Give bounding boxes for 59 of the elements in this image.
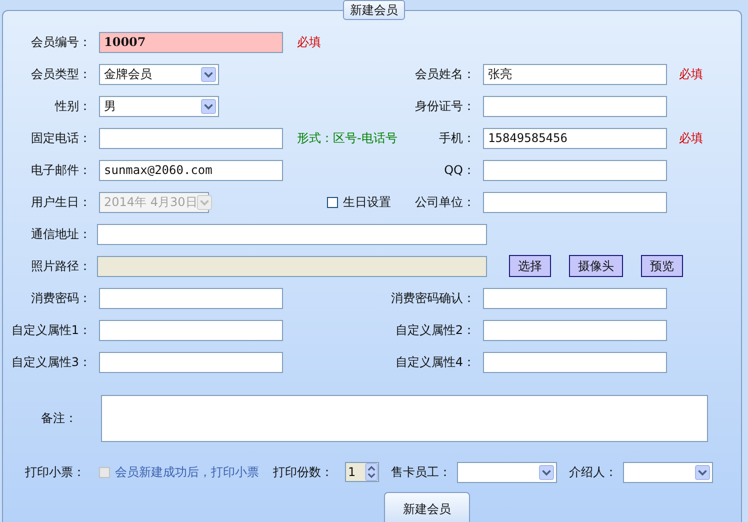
field-label: 手机：	[439, 130, 476, 146]
field-label: 打印份数：	[273, 464, 333, 480]
checkbox-label: 生日设置	[343, 194, 391, 210]
field-label: 自定义属性4：	[395, 354, 476, 370]
text-field[interactable]: 张亮	[483, 64, 667, 84]
text-field[interactable]	[483, 160, 667, 180]
field-label: 会员类型：	[31, 66, 92, 82]
text-field[interactable]: 10007	[99, 32, 283, 52]
field-label: 性别：	[55, 98, 92, 114]
dropdown[interactable]	[457, 462, 557, 482]
text-field[interactable]: 15849585456	[483, 128, 667, 148]
chevron-down-icon	[539, 464, 554, 480]
text-field[interactable]	[483, 352, 667, 372]
text-field[interactable]	[483, 288, 667, 308]
text-field[interactable]: sunmax@2060.com	[99, 160, 283, 180]
dropdown[interactable]	[623, 462, 713, 482]
chevron-down-icon	[197, 194, 212, 210]
required-note: 必填	[297, 34, 321, 48]
field-label: 打印小票：	[25, 464, 85, 480]
field-label: 自定义属性1：	[11, 322, 92, 338]
text-field[interactable]	[483, 96, 667, 116]
field-label: 自定义属性2：	[395, 322, 476, 338]
text-field[interactable]	[97, 224, 487, 244]
field-label: 照片路径：	[30, 258, 91, 274]
notes-field[interactable]	[101, 394, 708, 442]
chevron-down-icon	[201, 98, 216, 114]
field-label: 自定义属性3：	[11, 354, 92, 370]
field-label: 介绍人：	[569, 464, 617, 480]
field-label: 用户生日：	[31, 194, 92, 210]
required-note: 必填	[679, 130, 703, 144]
up-down-icon	[365, 463, 378, 481]
field-label: 身份证号：	[415, 98, 476, 114]
field-label: QQ：	[444, 162, 476, 178]
number-spinner[interactable]: 1	[345, 462, 379, 482]
field-label: 售卡员工：	[391, 464, 451, 480]
dropdown[interactable]: 男	[99, 96, 219, 116]
field-label: 通信地址：	[30, 226, 91, 242]
format-hint: 形式：区号-电话号	[297, 130, 398, 144]
field-label: 会员姓名：	[415, 66, 476, 82]
text-field[interactable]	[99, 352, 283, 372]
field-label: 备注：	[40, 410, 78, 426]
field-label: 固定电话：	[31, 130, 92, 146]
chevron-down-icon	[695, 464, 710, 480]
text-field[interactable]	[99, 128, 283, 148]
field-label: 电子邮件：	[31, 162, 92, 178]
create-member-button[interactable]: 新建会员	[384, 492, 470, 522]
text-field[interactable]	[99, 320, 283, 340]
field-label: 公司单位：	[415, 194, 476, 210]
text-field[interactable]	[483, 320, 667, 340]
text-field[interactable]	[99, 288, 283, 308]
group-title: 新建会员	[343, 0, 405, 20]
field-label: 消费密码确认：	[391, 290, 476, 306]
required-note: 必填	[679, 66, 703, 80]
field-label: 会员编号：	[31, 34, 92, 50]
checkbox-label: 会员新建成功后，打印小票	[115, 464, 259, 480]
dropdown[interactable]: 金牌会员	[99, 64, 219, 84]
text-field[interactable]	[483, 192, 667, 212]
chevron-down-icon	[201, 66, 216, 82]
field-label: 消费密码：	[31, 290, 92, 306]
